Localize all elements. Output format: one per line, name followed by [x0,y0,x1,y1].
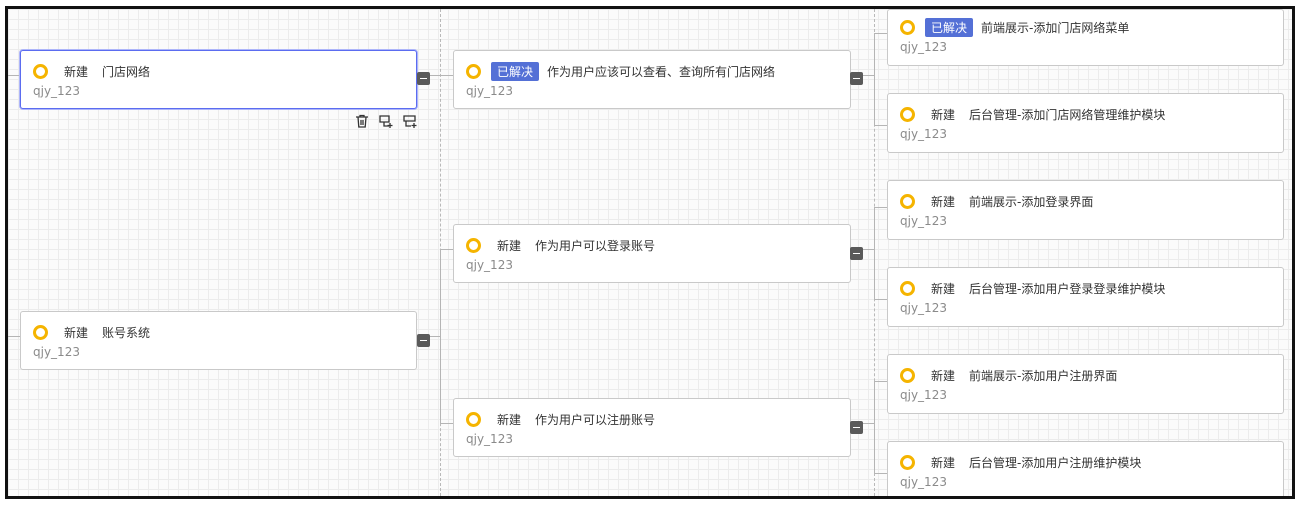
status-label: 新建 [931,281,956,296]
node-owner: qjy_123 [466,84,513,98]
connector-line [440,249,441,423]
node-title: 前端展示-添加门店网络菜单 [981,20,1130,35]
delete-icon[interactable] [354,113,370,129]
mindmap-node-l3-5[interactable]: 新建 后台管理-添加用户注册维护模块 qjy_123 [887,441,1284,496]
node-title: 作为用户可以登录账号 [535,238,656,253]
node-owner: qjy_123 [900,40,947,54]
mindmap-node-l3-1[interactable]: 新建 后台管理-添加门店网络管理维护模块 qjy_123 [887,93,1284,153]
mindmap-node-l2-0[interactable]: 已解决 作为用户应该可以查看、查询所有门店网络 qjy_123 [453,50,851,109]
status-label: 新建 [64,64,89,79]
node-title: 门店网络 [102,64,151,79]
mindmap-node-l3-4[interactable]: 新建 前端展示-添加用户注册界面 qjy_123 [887,354,1284,414]
status-badge: 已解决 [491,61,540,81]
node-title: 账号系统 [102,325,151,340]
status-ring-icon [900,193,915,209]
connector-line [874,33,875,125]
node-header: 新建 账号系统 [33,323,150,341]
status-ring-icon [466,411,481,427]
node-header: 新建 后台管理-添加门店网络管理维护模块 [900,105,1165,123]
node-owner: qjy_123 [33,345,80,359]
mindmap-node-l1-0[interactable]: 新建 门店网络 qjy_123 [20,50,417,109]
collapse-toggle[interactable] [417,72,430,85]
status-label: 新建 [931,107,956,122]
connector-line [8,75,20,76]
node-header: 新建 作为用户可以注册账号 [466,410,655,428]
node-title: 后台管理-添加门店网络管理维护模块 [969,107,1166,122]
node-header: 新建 后台管理-添加用户注册维护模块 [900,453,1141,471]
node-title: 前端展示-添加用户注册界面 [969,368,1118,383]
status-ring-icon [33,63,48,79]
collapse-toggle[interactable] [850,421,863,434]
connector-line [874,381,875,473]
collapse-toggle[interactable] [850,72,863,85]
status-ring-icon [900,367,915,383]
node-header: 新建 后台管理-添加用户登录登录维护模块 [900,279,1165,297]
connector-line [8,336,20,337]
node-owner: qjy_123 [900,388,947,402]
connector-line [874,381,887,382]
status-label: 新建 [931,455,956,470]
connector-line [440,249,453,250]
connector-line [874,207,887,208]
connector-line [863,423,874,424]
status-label: 新建 [931,194,956,209]
node-owner: qjy_123 [900,301,947,315]
mindmap-node-l3-2[interactable]: 新建 前端展示-添加登录界面 qjy_123 [887,180,1284,240]
node-header: 新建 门店网络 [33,62,150,80]
node-header: 新建 前端展示-添加登录界面 [900,192,1093,210]
connector-line [874,299,887,300]
node-owner: qjy_123 [466,258,513,272]
node-owner: qjy_123 [33,84,80,98]
node-title: 作为用户应该可以查看、查询所有门店网络 [547,64,776,79]
mindmap-node-l2-2[interactable]: 新建 作为用户可以注册账号 qjy_123 [453,398,851,457]
add-sibling-icon[interactable] [378,113,394,129]
status-label: 新建 [497,238,522,253]
connector-line [429,336,440,337]
status-ring-icon [900,106,915,122]
node-header: 新建 作为用户可以登录账号 [466,236,655,254]
node-title: 前端展示-添加登录界面 [969,194,1094,209]
collapse-toggle[interactable] [850,247,863,260]
connector-line [863,249,874,250]
node-owner: qjy_123 [900,214,947,228]
status-ring-icon [900,454,915,470]
status-ring-icon [900,280,915,296]
add-child-icon[interactable] [402,113,418,129]
connector-line [440,423,453,424]
status-label: 新建 [64,325,89,340]
status-ring-icon [33,324,48,340]
node-header: 已解决 前端展示-添加门店网络菜单 [900,17,1130,37]
node-header: 已解决 作为用户应该可以查看、查询所有门店网络 [466,61,776,81]
node-owner: qjy_123 [900,475,947,489]
status-label: 新建 [497,412,522,427]
mindmap-node-l1-1[interactable]: 新建 账号系统 qjy_123 [20,311,417,370]
node-header: 新建 前端展示-添加用户注册界面 [900,366,1117,384]
status-ring-icon [466,63,481,79]
node-title: 作为用户可以注册账号 [535,412,656,427]
mindmap-node-l3-3[interactable]: 新建 后台管理-添加用户登录登录维护模块 qjy_123 [887,267,1284,327]
status-ring-icon [466,237,481,253]
mindmap-node-l3-0[interactable]: 已解决 前端展示-添加门店网络菜单 qjy_123 [887,9,1284,66]
connector-line [874,125,887,126]
status-ring-icon [900,19,915,35]
connector-line [874,207,875,299]
connector-line [874,33,887,34]
node-title: 后台管理-添加用户注册维护模块 [969,455,1142,470]
connector-line [874,473,887,474]
connector-line [429,75,453,76]
node-owner: qjy_123 [900,127,947,141]
node-title: 后台管理-添加用户登录登录维护模块 [969,281,1166,296]
collapse-toggle[interactable] [417,334,430,347]
node-owner: qjy_123 [466,432,513,446]
mindmap-canvas[interactable]: 新建 门店网络 qjy_123 新建 账号系统 qjy_123 已解决 作为用户… [5,6,1295,499]
mindmap-node-l2-1[interactable]: 新建 作为用户可以登录账号 qjy_123 [453,224,851,283]
status-badge: 已解决 [925,17,974,37]
connector-line [863,75,874,76]
status-label: 新建 [931,368,956,383]
